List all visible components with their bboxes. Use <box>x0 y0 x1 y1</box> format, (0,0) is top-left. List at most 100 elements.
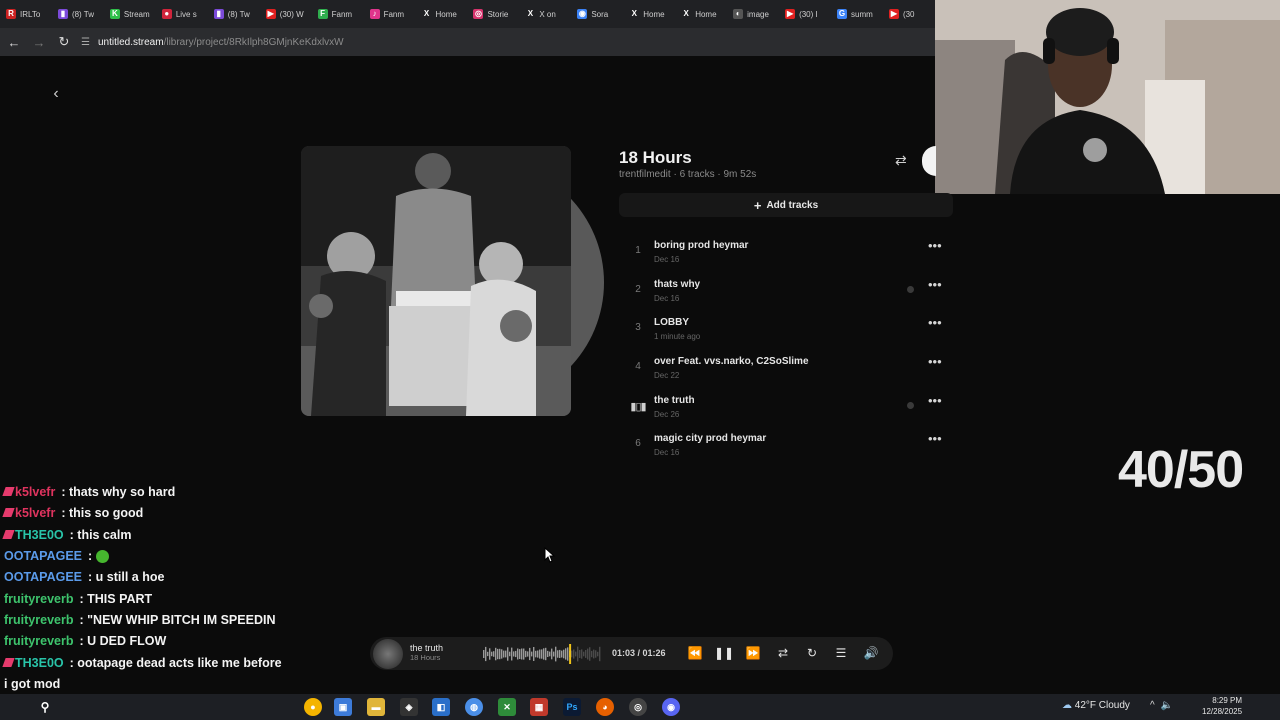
browser-tab[interactable]: ▶ (30) I <box>779 0 831 28</box>
back-button[interactable]: ‹ <box>44 82 68 106</box>
editor-icon[interactable]: ◧ <box>432 698 450 716</box>
weather-widget[interactable]: ☁ 42°F Cloudy <box>1062 700 1130 711</box>
browser-tab[interactable]: K Stream <box>104 0 156 28</box>
more-options-icon[interactable]: ••• <box>928 315 942 330</box>
app-icon[interactable]: ◈ <box>400 698 418 716</box>
add-tracks-button[interactable]: + Add tracks <box>619 193 953 217</box>
copilot-icon[interactable]: ◍ <box>465 698 483 716</box>
tab-label: X on <box>539 9 556 19</box>
back-arrow-icon[interactable]: ← <box>3 31 25 53</box>
tab-favicon-icon: ◐ <box>733 9 744 19</box>
pause-button[interactable]: ❚❚ <box>714 644 734 662</box>
xbox-icon[interactable]: ✕ <box>498 698 516 716</box>
volume-button[interactable]: 🔊 <box>861 644 881 662</box>
tab-label: Home <box>643 9 665 19</box>
repeat-button[interactable]: ↻ <box>802 644 822 662</box>
obs-icon[interactable]: ◎ <box>629 698 647 716</box>
track-date: 1 minute ago <box>654 332 701 341</box>
waveform-bar <box>511 647 513 661</box>
browser-tab[interactable]: ◉ Sora <box>571 0 623 28</box>
browser-tab[interactable]: X Home <box>416 0 468 28</box>
browser-tab[interactable]: XX on <box>519 0 571 28</box>
waveform-bar <box>597 651 599 657</box>
more-options-icon[interactable]: ••• <box>928 393 942 408</box>
track-row[interactable]: 4 over Feat. vvs.narko, C2SoSlime Dec 22… <box>630 353 945 387</box>
browser-tab[interactable]: X Home <box>623 0 675 28</box>
waveform-bar <box>539 649 541 659</box>
fast-forward-button[interactable]: ⏩ <box>743 644 763 662</box>
waveform-bar <box>585 650 587 658</box>
discord-icon[interactable]: ◉ <box>662 698 680 716</box>
tab-label: (8) Tw <box>71 9 95 19</box>
browser-tab[interactable]: X Home <box>675 0 727 28</box>
tab-label: Fanm <box>331 9 353 19</box>
browser-tab[interactable]: ♪ Fanm <box>364 0 416 28</box>
more-options-icon[interactable]: ••• <box>928 354 942 369</box>
tab-favicon-icon: ▶ <box>888 9 899 19</box>
browser-tab[interactable]: Gsumm <box>831 0 883 28</box>
waveform-bar <box>561 650 563 658</box>
chat-text: U DED FLOW <box>87 634 167 648</box>
waveform-bar <box>529 647 531 661</box>
browser-tab[interactable]: ● Live s <box>156 0 208 28</box>
chat-separator: : <box>88 549 96 563</box>
waveform-bar <box>549 651 551 657</box>
waveform-bar <box>599 646 601 662</box>
reload-icon[interactable]: ↻ <box>53 31 75 53</box>
browser-tab[interactable]: ◎ Storie <box>467 0 519 28</box>
taskbar-clock[interactable]: 8:29 PM 12/28/2025 <box>1202 695 1242 717</box>
play-button[interactable] <box>922 146 936 176</box>
photoshop-icon[interactable]: Ps <box>563 698 581 716</box>
track-row[interactable]: 6 magic city prod heymar Dec 16 ••• <box>630 430 945 464</box>
more-options-icon[interactable]: ••• <box>928 277 942 292</box>
waveform-bar <box>583 651 585 657</box>
clock-date: 12/28/2025 <box>1202 707 1243 716</box>
waveform-bar <box>499 648 501 660</box>
waveform-bar <box>517 648 519 660</box>
tab-favicon-icon: X <box>681 9 692 19</box>
chat-separator: : <box>79 634 88 648</box>
waveform-bar <box>487 651 489 657</box>
queue-button[interactable]: ☰ <box>831 644 851 662</box>
browser-tab[interactable]: ▶ (30) W <box>260 0 312 28</box>
shuffle-button[interactable]: ⇄ <box>773 644 793 662</box>
moderator-badge-icon <box>2 530 15 539</box>
system-tray[interactable]: ^🔈 <box>1150 700 1179 711</box>
playhead[interactable] <box>569 644 572 664</box>
chat-message: i got mod <box>4 677 60 691</box>
search-icon[interactable]: ⚲ <box>36 698 54 716</box>
player-track-title: the truth <box>410 643 444 653</box>
browser-tab[interactable]: ▶ (30 <box>883 0 935 28</box>
chrome-icon[interactable]: ● <box>304 698 322 716</box>
track-row[interactable]: 1 boring prod heymar Dec 16 ••• <box>630 237 945 271</box>
tab-label: Storie <box>487 9 509 19</box>
more-options-icon[interactable]: ••• <box>928 238 942 253</box>
chat-message: k5lvefr: thats why so hard <box>2 485 175 499</box>
forward-arrow-icon[interactable]: → <box>28 31 50 53</box>
waveform-seek-bar[interactable] <box>483 644 601 664</box>
track-row[interactable]: 2 thats why Dec 16 ••• <box>630 276 945 310</box>
address-bar[interactable]: ☰ untitled.stream/library/project/8RkIlp… <box>81 37 344 48</box>
store-icon[interactable]: ▣ <box>334 698 352 716</box>
browser-tab[interactable]: R IRLTo <box>0 0 52 28</box>
track-row-playing[interactable]: ▮▯▮ the truth Dec 26 ••• <box>630 392 945 426</box>
track-date: Dec 26 <box>654 410 680 419</box>
browser-tab[interactable]: ▮ (8) Tw <box>208 0 260 28</box>
browser-tab[interactable]: ◐ image <box>727 0 779 28</box>
folder-icon[interactable]: ▬ <box>367 698 385 716</box>
track-row[interactable]: 3 LOBBY 1 minute ago ••• <box>630 314 945 348</box>
waveform-bar <box>501 649 503 659</box>
track-number: 4 <box>635 361 641 372</box>
chat-username: k5lvefr <box>15 485 56 499</box>
chat-emote-icon <box>95 550 109 564</box>
waveform-bar <box>557 650 559 658</box>
rewind-button[interactable]: ⏪ <box>685 644 705 662</box>
browser-tab[interactable]: F Fanm <box>312 0 364 28</box>
browser-tab[interactable]: ▮ (8) Tw <box>52 0 104 28</box>
firefox-icon[interactable]: ◕ <box>596 698 614 716</box>
app-grid-icon[interactable]: ▦ <box>530 698 548 716</box>
more-options-icon[interactable]: ••• <box>928 431 942 446</box>
shuffle-icon[interactable]: ⇄ <box>895 152 907 169</box>
site-info-icon[interactable]: ☰ <box>81 37 90 48</box>
chat-separator: : <box>79 613 88 627</box>
